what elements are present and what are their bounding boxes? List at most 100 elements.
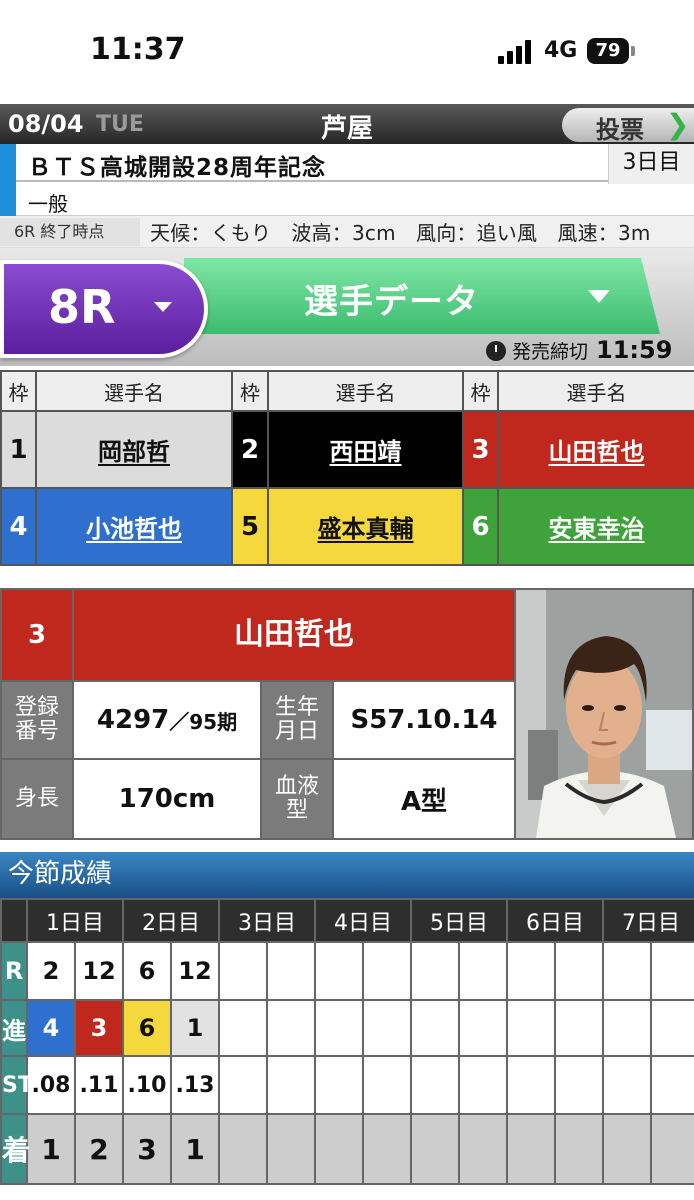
race-number-cell: 6: [122, 941, 172, 1001]
start-timing-row: ST .08 .11 .10 .13: [0, 1055, 694, 1115]
racer-frame: 1: [0, 410, 37, 489]
empty-cell: [650, 941, 694, 1001]
height-label: 身長: [0, 758, 74, 840]
name-header: 選手名: [267, 370, 464, 412]
st-cell: .11: [74, 1055, 124, 1115]
deadline-time: 11:59: [596, 336, 673, 364]
racer-name-link[interactable]: 西田靖: [330, 438, 402, 466]
section-title: 今節成績: [0, 852, 694, 898]
name-header: 選手名: [497, 370, 694, 412]
view-selector[interactable]: 選手データ: [184, 258, 660, 334]
day-header: 3日目: [218, 898, 316, 943]
race-selector[interactable]: 8R: [0, 260, 208, 358]
day-header: 6日目: [506, 898, 604, 943]
empty-cell: [218, 1113, 268, 1185]
empty-cell: [266, 999, 316, 1057]
chevron-right-icon: ❯: [666, 108, 690, 141]
sales-deadline: 発売締切 11:59: [486, 336, 672, 364]
racer-cell: 小池哲也: [35, 487, 233, 566]
status-bar: 11:37 4G 79: [0, 0, 694, 104]
frame-header: 枠: [462, 370, 499, 412]
row-label-course: 進: [0, 999, 28, 1057]
reg-number-value: 4297 ／95期: [72, 680, 262, 760]
day-header: 2日目: [122, 898, 220, 943]
row-label-st: ST: [0, 1055, 33, 1115]
racer-cell: 安東幸治: [497, 487, 694, 566]
empty-cell: [410, 999, 460, 1057]
racer-card-frame: 3: [0, 588, 74, 682]
frame-header: 枠: [231, 370, 269, 412]
dropdown-arrow-icon: [588, 290, 610, 303]
race-info: ＢＴＳ高城開設28周年記念 3日目 一般: [0, 144, 694, 216]
racer-name-link[interactable]: 山田哲也: [549, 438, 645, 466]
entry-row: 4 小池哲也 5 盛本真輔 6 安東幸治: [0, 487, 694, 566]
empty-cell: [362, 1055, 412, 1115]
race-day: 3日目: [608, 144, 694, 184]
empty-cell: [314, 1113, 364, 1185]
empty-cell: [410, 941, 460, 1001]
st-cell: .13: [170, 1055, 220, 1115]
empty-cell: [410, 1055, 460, 1115]
weather-text: 天候：くもり 波高：3cm 風向：追い風 風速：3m: [150, 221, 651, 245]
empty-cell: [266, 1113, 316, 1185]
day-header: 4日目: [314, 898, 412, 943]
racer-cell: 岡部哲: [35, 410, 233, 489]
empty-cell: [602, 999, 652, 1057]
finish-cell: 1: [26, 1113, 76, 1185]
weather-timestamp: 6R 終了時点: [0, 218, 140, 246]
clock-icon: [486, 341, 506, 361]
racer-frame: 5: [231, 487, 269, 566]
empty-cell: [458, 1113, 508, 1185]
row-label-race: R: [0, 941, 28, 1001]
racer-name-link[interactable]: 岡部哲: [98, 438, 170, 466]
empty-cell: [554, 1055, 604, 1115]
accent-bar: [0, 144, 16, 216]
empty-cell: [602, 941, 652, 1001]
vote-button[interactable]: 投票 ❯: [562, 108, 694, 144]
reg-number: 4297: [96, 705, 170, 735]
racer-card-name: 山田哲也: [72, 588, 516, 682]
race-number-cell: 12: [74, 941, 124, 1001]
st-cell: .10: [122, 1055, 172, 1115]
empty-cell: [266, 941, 316, 1001]
vote-label: 投票: [596, 116, 644, 144]
frame-header: 枠: [0, 370, 37, 412]
empty-cell: [506, 941, 556, 1001]
racer-name-link[interactable]: 安東幸治: [549, 515, 645, 543]
course-row: 進 4 3 6 1: [0, 999, 694, 1057]
empty-cell: [554, 941, 604, 1001]
racer-name-link[interactable]: 小池哲也: [86, 515, 182, 543]
empty-cell: [362, 999, 412, 1057]
empty-cell: [314, 999, 364, 1057]
blood-type-value: A型: [332, 758, 516, 840]
view-selector-label: 選手データ: [304, 282, 479, 322]
race-number-cell: 2: [26, 941, 76, 1001]
racer-name-link[interactable]: 盛本真輔: [318, 515, 414, 543]
empty-cell: [314, 941, 364, 1001]
birth-label: 生年 月日: [260, 680, 334, 760]
results-header-row: 1日目 2日目 3日目 4日目 5日目 6日目 7日目: [0, 898, 694, 943]
racer-portrait-image: [516, 590, 692, 838]
empty-cell: [458, 1055, 508, 1115]
dropdown-arrow-icon: [154, 302, 172, 312]
empty-cell: [410, 1113, 460, 1185]
empty-cell: [266, 1055, 316, 1115]
empty-cell: [362, 941, 412, 1001]
empty-cell: [458, 941, 508, 1001]
empty-cell: [650, 999, 694, 1057]
racer-card: 3 山田哲也 登録 番号 4297 ／95期 生年 月日 S57.10.14 身長…: [0, 588, 694, 840]
day-header: 7日目: [602, 898, 694, 943]
racer-frame: 4: [0, 487, 37, 566]
course-cell: 4: [26, 999, 76, 1057]
race-title: ＢＴＳ高城開設28周年記念: [28, 155, 327, 181]
empty-cell: [554, 999, 604, 1057]
empty-cell: [506, 1055, 556, 1115]
race-number-row: R 2 12 6 12: [0, 941, 694, 1001]
race-grade: 一般: [28, 192, 68, 216]
empty-cell: [218, 999, 268, 1057]
battery-icon: 79: [587, 38, 629, 64]
finish-cell: 1: [170, 1113, 220, 1185]
weather-bar: 6R 終了時点 天候：くもり 波高：3cm 風向：追い風 風速：3m: [0, 216, 694, 248]
empty-cell: [602, 1113, 652, 1185]
racer-frame: 6: [462, 487, 499, 566]
